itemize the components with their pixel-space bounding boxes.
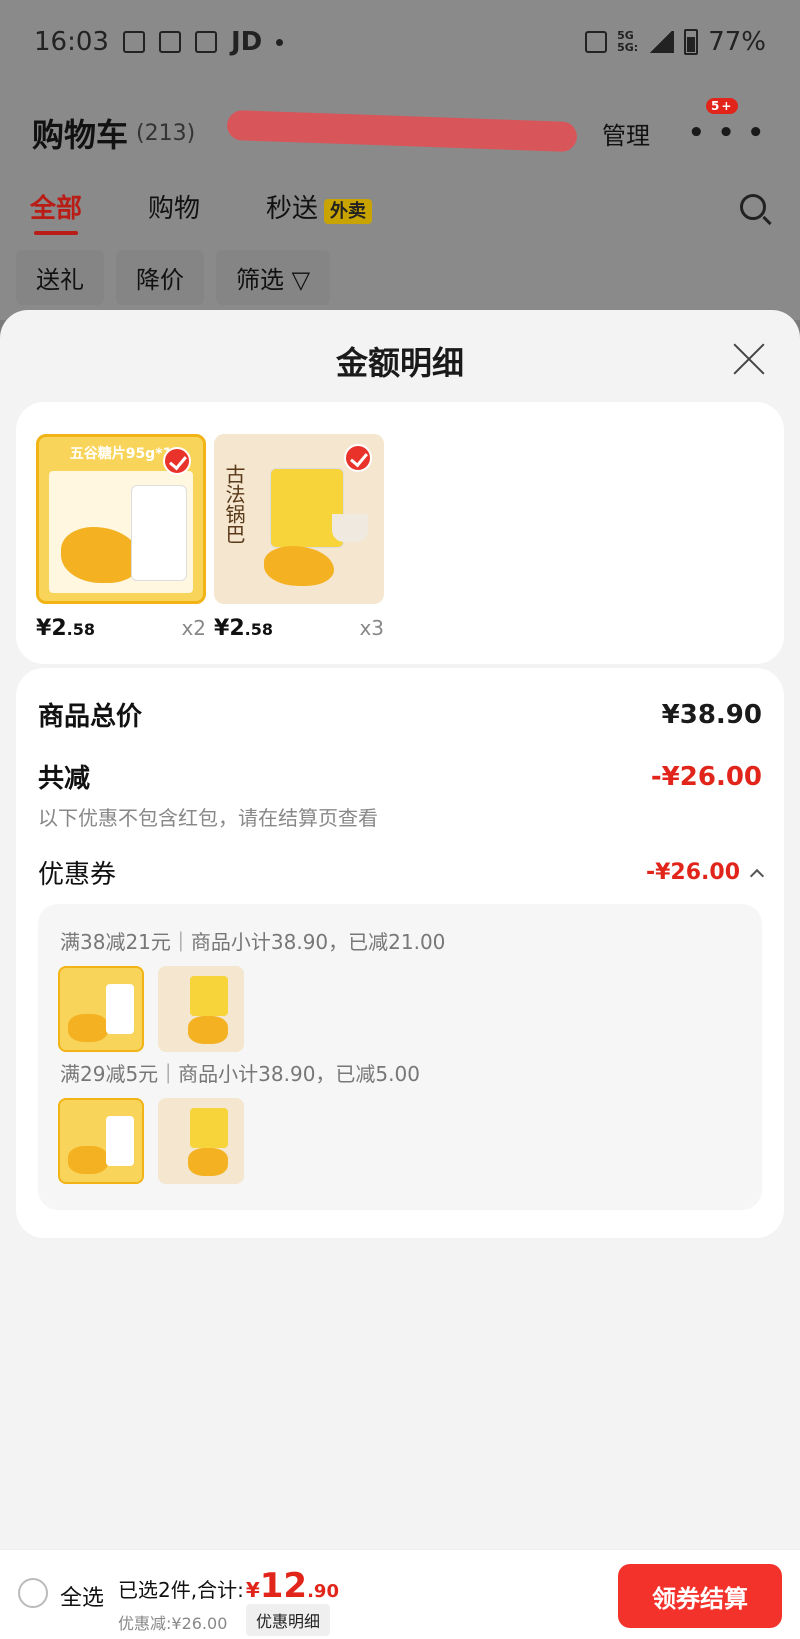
check-icon[interactable] [163,447,191,475]
nfc-icon [585,31,608,53]
chevron-up-icon[interactable] [749,868,765,883]
coupon-value: -¥26.00 [645,860,740,885]
product-image: 古法锅巴 [214,434,384,604]
coupon-line: 满38减21元｜商品小计38.90，已减21.00 [60,930,446,954]
cart-tabs: 全部 购物 秒送 外卖 [30,188,766,235]
cart-count: (213) [136,120,196,146]
coupon-line: 满29减5元｜商品小计38.90，已减5.00 [60,1062,420,1086]
product-qty: x3 [359,616,384,640]
battery-level: 77% [708,27,766,57]
tab-shopping[interactable]: 购物 [148,188,200,225]
app-icon [194,31,217,53]
more-button[interactable]: • • • 5+ [688,98,766,148]
coupon-row[interactable]: 优惠券 -¥26.00 [38,854,765,891]
discount-summary: 优惠减:¥26.00 [118,1614,228,1633]
network-indicator: 5G 5G: [617,29,639,54]
discount-detail-button[interactable]: 优惠明细 [246,1604,331,1636]
dot-icon [276,38,284,46]
filter-chips: 送礼 降价 筛选 ▽ [16,250,331,305]
tab-instant[interactable]: 秒送 外卖 [266,188,373,225]
amount-detail-sheet: 金额明细 五谷糖片95g*1 ¥2.58 x2 古法锅巴 ¥2.58 x3 商品… [0,310,800,1639]
product-price: ¥2.58 [214,616,273,641]
page-title: 购物车 [32,116,129,154]
cart-header: 购物车 (213) 管理 • • • 5+ [32,98,766,158]
coupon-label: 优惠券 [38,860,117,890]
select-all-label[interactable]: 全选 [60,1580,104,1612]
filter-screen[interactable]: 筛选 ▽ [216,250,331,305]
tab-all[interactable]: 全部 [30,188,82,235]
manage-button[interactable]: 管理 [602,116,650,151]
product-item[interactable]: 五谷糖片95g*1 ¥2.58 x2 [36,434,206,641]
takeout-badge: 外卖 [324,199,373,224]
product-qty: x2 [181,616,206,640]
product-thumbnail [58,966,144,1052]
mail-icon [158,31,181,53]
filter-price-drop[interactable]: 降价 [116,250,204,305]
product-item[interactable]: 古法锅巴 ¥2.58 x3 [214,434,384,641]
sheet-title: 金额明细 [335,344,464,382]
notification-icon [122,31,145,53]
filter-gift[interactable]: 送礼 [16,250,104,305]
product-thumbnail [158,1098,244,1184]
reduce-label: 共减 [38,764,91,794]
status-time: 16:03 [34,27,109,57]
price-summary-card: 商品总价 ¥38.90 共减 -¥26.00 以下优惠不包含红包，请在结算页查看… [16,668,784,1238]
check-icon[interactable] [344,444,372,472]
product-thumbnail [158,966,244,1052]
more-badge: 5+ [706,98,739,114]
product-price: ¥2.58 [36,616,95,641]
select-all-radio[interactable] [18,1578,48,1608]
total-row: 商品总价 ¥38.90 [38,696,762,733]
carrier-label: JD [230,27,263,57]
coupon-detail-box: 满38减21元｜商品小计38.90，已减21.00 满29减5元｜商品小计38.… [38,904,762,1210]
selected-summary: 已选2件,合计: ¥12.90 [118,1566,339,1606]
status-bar: 16:03 JD 5G 5G: 77% [34,22,766,62]
battery-icon [684,29,699,55]
total-label: 商品总价 [38,702,143,732]
checkout-bar: 全选 已选2件,合计: ¥12.90 优惠减:¥26.00 优惠明细 领券结算 [0,1549,800,1639]
redaction-mark [226,109,578,153]
reduce-row: 共减 -¥26.00 [38,758,762,795]
total-value: ¥38.90 [661,699,762,730]
checkout-button[interactable]: 领券结算 [618,1564,782,1628]
product-thumbnail [58,1098,144,1184]
product-image: 五谷糖片95g*1 [36,434,206,604]
total-amount: ¥12.90 [245,1566,339,1606]
background-page: 16:03 JD 5G 5G: 77% 购物车 (213) 管理 • • • 5… [0,0,800,320]
selected-products-card: 五谷糖片95g*1 ¥2.58 x2 古法锅巴 ¥2.58 x3 [16,402,784,664]
reduce-value: -¥26.00 [650,761,762,792]
search-icon[interactable] [740,193,766,220]
close-icon[interactable] [732,342,766,376]
signal-icon [648,31,675,53]
discount-note: 以下优惠不包含红包，请在结算页查看 [38,806,378,830]
